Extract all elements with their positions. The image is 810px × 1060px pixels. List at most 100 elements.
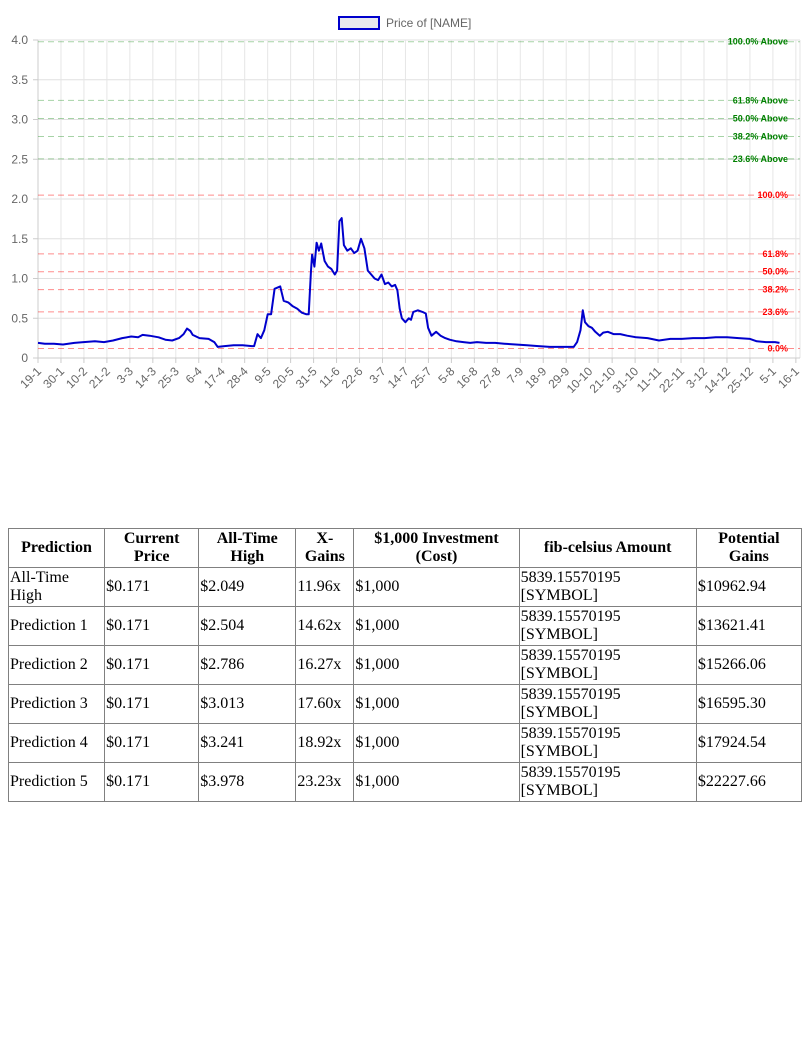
- x-tick-label: 28-4: [224, 364, 251, 391]
- table-row: All-Time High $0.171 $2.049 11.96x $1,000 583…: [7, 567, 803, 607]
- table-header-row: Prediction Current Price All-Time High X…: [7, 528, 803, 568]
- x-tick-label: 18-9: [522, 364, 549, 391]
- y-tick-label: 2.5: [11, 152, 28, 166]
- cell-prediction: Prediction 5: [7, 762, 106, 802]
- fib-level-label: 50.0%: [762, 267, 788, 277]
- cell-investment: $1,000: [353, 606, 520, 646]
- cell-potential-gains: $16595.30: [695, 684, 803, 724]
- y-tick-label: 1.0: [11, 272, 28, 286]
- x-tick-label: 31-5: [293, 364, 320, 391]
- header-x-gains: X-Gains: [295, 528, 355, 568]
- cell-potential-gains: $22227.66: [695, 762, 803, 802]
- cell-x-gains: 14.62x: [295, 606, 355, 646]
- cell-current-price: $0.171: [104, 762, 200, 802]
- cell-amount: 5839.15570195 [SYMBOL]: [518, 606, 697, 646]
- price-series-line: [37, 217, 780, 348]
- x-tick-label: 16-8: [454, 364, 481, 391]
- legend-swatch: [338, 16, 380, 30]
- table-row: Prediction 3 $0.171 $3.013 17.60x $1,000 5839…: [7, 684, 803, 724]
- x-tick-label: 22-11: [656, 364, 687, 395]
- cell-current-price: $0.171: [104, 645, 200, 685]
- x-tick-label: 21-2: [86, 364, 113, 391]
- y-tick-label: 3.5: [11, 73, 28, 87]
- cell-x-gains: 11.96x: [295, 567, 355, 607]
- x-tick-label: 25-3: [155, 364, 182, 391]
- cell-potential-gains: $13621.41: [695, 606, 803, 646]
- cell-x-gains: 23.23x: [295, 762, 355, 802]
- cell-potential-gains: $10962.94: [695, 567, 803, 607]
- fib-level-label: 50.0% Above: [733, 113, 788, 123]
- cell-x-gains: 17.60x: [295, 684, 355, 724]
- header-potential-gains: Potential Gains: [695, 528, 803, 568]
- x-tick-label: 17-4: [201, 364, 228, 391]
- cell-all-time-high: $2.786: [198, 645, 297, 685]
- price-chart-svg: 100.0% Above 61.8% Above 50.0% Above 38.2% …: [11, 16, 802, 396]
- table-row: Prediction 5 $0.171 $3.978 23.23x $1,000 5839…: [7, 762, 803, 802]
- cell-investment: $1,000: [353, 762, 520, 802]
- x-tick-label: 22-6: [339, 364, 366, 391]
- header-current-price: Current Price: [104, 528, 200, 568]
- price-chart: 100.0% Above 61.8% Above 50.0% Above 38.2% …: [0, 0, 810, 420]
- x-tick-label: 25-12: [724, 364, 756, 396]
- header-investment: $1,000 Investment (Cost): [353, 528, 520, 568]
- cell-investment: $1,000: [353, 567, 520, 607]
- x-tick-label: 14-7: [385, 364, 412, 391]
- fib-level-label: 23.6% Above: [733, 154, 788, 164]
- cell-potential-gains: $15266.06: [695, 645, 803, 685]
- cell-prediction: All-Time High: [7, 567, 106, 607]
- cell-amount: 5839.15570195 [SYMBOL]: [518, 684, 697, 724]
- cell-investment: $1,000: [353, 645, 520, 685]
- x-tick-label: 11-6: [316, 364, 342, 390]
- cell-all-time-high: $3.241: [198, 723, 297, 763]
- fib-level-label: 61.8%: [762, 249, 788, 259]
- fib-level-label: 23.6%: [762, 307, 788, 317]
- header-prediction: Prediction: [7, 528, 106, 568]
- y-tick-label: 1.5: [11, 232, 28, 246]
- cell-x-gains: 16.27x: [295, 645, 355, 685]
- cell-prediction: Prediction 2: [7, 645, 106, 685]
- cell-amount: 5839.15570195 [SYMBOL]: [518, 645, 697, 685]
- cell-amount: 5839.15570195 [SYMBOL]: [518, 762, 697, 802]
- x-tick-label: 14-3: [132, 364, 159, 391]
- x-tick-label: 10-2: [63, 364, 90, 391]
- cell-amount: 5839.15570195 [SYMBOL]: [518, 567, 697, 607]
- cell-investment: $1,000: [353, 723, 520, 763]
- y-tick-label: 3.0: [11, 113, 28, 127]
- header-all-time-high: All-Time High: [198, 528, 297, 568]
- fib-level-label: 38.2% Above: [733, 132, 788, 142]
- fib-level-label: 100.0% Above: [728, 37, 788, 47]
- cell-prediction: Prediction 1: [7, 606, 106, 646]
- cell-amount: 5839.15570195 [SYMBOL]: [518, 723, 697, 763]
- cell-all-time-high: $2.049: [198, 567, 297, 607]
- table-row: Prediction 4 $0.171 $3.241 18.92x $1,000 5839…: [7, 723, 803, 763]
- table-row: Prediction 2 $0.171 $2.786 16.27x $1,000 5839…: [7, 645, 803, 685]
- fib-level-label: 38.2%: [762, 285, 788, 295]
- header-amount: fib-celsius Amount: [518, 528, 697, 568]
- prediction-table-container: Prediction Current Price All-Time High X…: [7, 528, 803, 802]
- cell-prediction: Prediction 4: [7, 723, 106, 763]
- cell-current-price: $0.171: [104, 723, 200, 763]
- x-tick-label: 31-10: [610, 364, 642, 396]
- fib-level-label: 100.0%: [757, 190, 788, 200]
- cell-all-time-high: $3.978: [198, 762, 297, 802]
- cell-current-price: $0.171: [104, 684, 200, 724]
- y-tick-label: 4.0: [11, 33, 28, 47]
- cell-prediction: Prediction 3: [7, 684, 106, 724]
- x-tick-label: 16-1: [775, 364, 802, 391]
- y-tick-label: 0: [21, 351, 28, 365]
- cell-investment: $1,000: [353, 684, 520, 724]
- y-tick-label: 2.0: [11, 192, 28, 206]
- cell-x-gains: 18.92x: [295, 723, 355, 763]
- x-tick-label: 20-5: [270, 364, 297, 391]
- x-tick-label: 27-8: [477, 364, 504, 391]
- y-tick-label: 0.5: [11, 311, 28, 325]
- table-row: Prediction 1 $0.171 $2.504 14.62x $1,000 5839…: [7, 606, 803, 646]
- prediction-table: Prediction Current Price All-Time High X…: [7, 528, 803, 802]
- x-tick-label: 19-1: [17, 364, 44, 391]
- cell-potential-gains: $17924.54: [695, 723, 803, 763]
- cell-all-time-high: $2.504: [198, 606, 297, 646]
- fib-level-label: 61.8% Above: [733, 95, 788, 105]
- legend-label: Price of [NAME]: [386, 16, 471, 30]
- x-tick-label: 30-1: [40, 364, 67, 391]
- cell-all-time-high: $3.013: [198, 684, 297, 724]
